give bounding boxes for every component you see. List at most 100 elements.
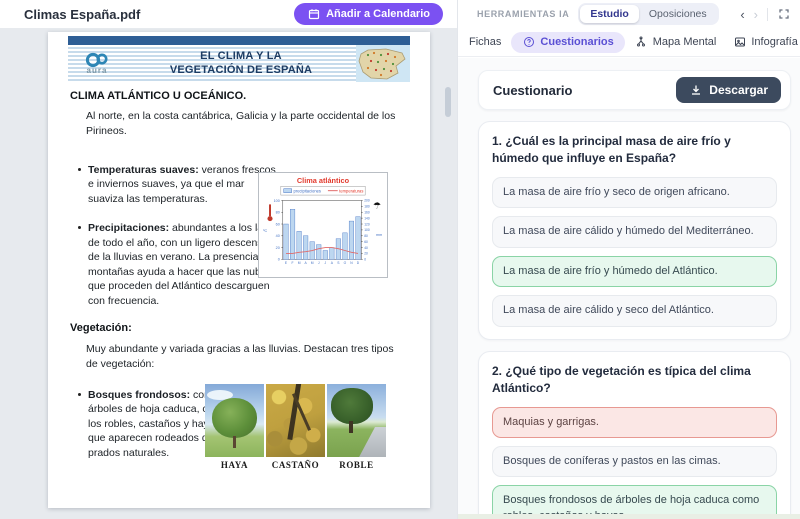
- spain-map-image: [356, 45, 410, 82]
- bullet-dot: [78, 393, 81, 396]
- svg-text:☂: ☂: [373, 200, 381, 210]
- banner-top-bar: [68, 36, 410, 45]
- tools-tabs: Fichas Cuestionarios Mapa Mental Infografía…: [458, 28, 800, 57]
- mode-estudio[interactable]: Estudio: [580, 5, 639, 23]
- pdf-banner-title: EL CLIMA Y LA VEGETACIÓN DE ESPAÑA: [126, 50, 356, 78]
- tree-label: CASTAÑO: [271, 460, 320, 470]
- bullet-text: Temperaturas suaves: veranos frescos e i…: [88, 163, 280, 206]
- tab-cuestionarios[interactable]: Cuestionarios: [511, 31, 625, 53]
- svg-text:100: 100: [274, 199, 280, 203]
- tab-mapa-mental[interactable]: Mapa Mental: [628, 32, 724, 53]
- image-icon: [733, 36, 746, 49]
- pdf-scrollbar[interactable]: [445, 87, 451, 117]
- ai-tools-label: HERRAMIENTAS IA: [477, 9, 570, 19]
- answer-option-correct[interactable]: Bosques frondosos de árboles de hoja cad…: [492, 485, 777, 514]
- svg-text:0: 0: [364, 258, 366, 262]
- svg-text:A: A: [331, 261, 334, 265]
- vegetation-heading: Vegetación:: [70, 322, 132, 334]
- svg-text:J: J: [318, 261, 320, 265]
- expand-icon[interactable]: [777, 8, 790, 21]
- svg-text:M: M: [298, 261, 301, 265]
- mode-oposiciones[interactable]: Oposiciones: [639, 5, 717, 23]
- svg-text:20: 20: [276, 246, 280, 250]
- ai-tools-pane: HERRAMIENTAS IA Estudio Oposiciones ‹ › F…: [457, 0, 800, 519]
- tab-label: Cuestionarios: [540, 36, 614, 48]
- tab-label: Mapa Mental: [652, 36, 717, 48]
- answer-option-correct[interactable]: La masa de aire frío y húmedo del Atlánt…: [492, 255, 777, 288]
- svg-text:M: M: [311, 261, 314, 265]
- answer-option-incorrect[interactable]: Maquias y garrigas.: [492, 406, 777, 439]
- quiz-content: Cuestionario Descargar 1. ¿Cuál es la pr…: [458, 58, 800, 514]
- svg-text:60: 60: [276, 222, 280, 226]
- pdf-section-heading: CLIMA ATLÁNTICO U OCEÁNICO.: [70, 90, 247, 102]
- svg-text:180: 180: [364, 205, 370, 209]
- tree-figure-roble: ROBLE: [327, 384, 386, 470]
- svg-text:100: 100: [364, 228, 370, 232]
- mindmap-icon: [635, 36, 648, 49]
- svg-text:ºC: ºC: [263, 229, 267, 233]
- quiz-header-card: Cuestionario Descargar: [478, 70, 791, 110]
- question-text: 2. ¿Qué tipo de vegetación es típica del…: [492, 363, 751, 395]
- download-label: Descargar: [709, 83, 768, 97]
- add-to-calendar-label: Añadir a Calendario: [326, 8, 430, 20]
- answer-option[interactable]: La masa de aire cálido y húmedo del Medi…: [492, 216, 777, 248]
- chevron-left-icon[interactable]: ‹: [740, 8, 744, 21]
- svg-text:Clima atlántico: Clima atlántico: [297, 176, 350, 185]
- pdf-bullet-item: Precipitaciones: abundantes a los largo …: [78, 221, 280, 308]
- download-icon: [689, 84, 702, 97]
- panel-nav: ‹ ›: [740, 7, 790, 21]
- svg-text:60: 60: [364, 240, 368, 244]
- castano-photo: [266, 384, 325, 457]
- pdf-bullet-item: Temperaturas suaves: veranos frescos e i…: [78, 163, 280, 206]
- pdf-viewer[interactable]: aura EL CLIMA Y LA VEGETACIÓN DE ESPAÑA: [0, 28, 457, 519]
- svg-text:A: A: [305, 261, 308, 265]
- vegetation-intro: Muy abundante y variada gracias a las ll…: [86, 343, 394, 370]
- climate-chart-svg: Clima atlántico precipitaciones temperatur…: [263, 176, 382, 265]
- tree-photos-row: HAYA CASTAÑO ROBLE: [205, 384, 386, 470]
- pdf-intro-paragraph: Al norte, en la costa cantábrica, Galici…: [86, 110, 396, 137]
- pdf-page: aura EL CLIMA Y LA VEGETACIÓN DE ESPAÑA: [48, 32, 430, 508]
- bullet-bold: Bosques frondosos:: [88, 389, 191, 401]
- svg-text:120: 120: [364, 222, 370, 226]
- tree-label: HAYA: [220, 460, 249, 470]
- mode-toggle: Estudio Oposiciones: [578, 3, 719, 25]
- bullet-bold: Temperaturas suaves:: [88, 164, 199, 176]
- quiz-title: Cuestionario: [493, 82, 573, 98]
- bullet-text: Precipitaciones: abundantes a los largo …: [88, 221, 280, 308]
- roble-photo: [327, 384, 386, 457]
- chevron-right-icon[interactable]: ›: [754, 8, 758, 21]
- svg-text:precipitaciones: precipitaciones: [294, 189, 321, 194]
- nav-divider: [767, 7, 768, 21]
- document-title: Climas España.pdf: [24, 6, 141, 22]
- bullet-bold: Precipitaciones:: [88, 222, 170, 235]
- question-text: 1. ¿Cuál es la principal masa de aire fr…: [492, 134, 731, 166]
- bullet-dot: [78, 168, 81, 171]
- svg-text:J: J: [324, 261, 326, 265]
- document-topbar: Climas España.pdf Añadir a Calendario: [0, 0, 457, 28]
- document-pane: Climas España.pdf Añadir a Calendario au…: [0, 0, 457, 519]
- bullet-dot: [78, 226, 81, 230]
- add-to-calendar-button[interactable]: Añadir a Calendario: [294, 3, 443, 25]
- tab-infografia[interactable]: Infografía: [726, 32, 800, 53]
- answer-option[interactable]: La masa de aire frío y seco de origen af…: [492, 177, 777, 209]
- svg-text:N: N: [350, 261, 353, 265]
- tab-label: Infografía: [751, 36, 798, 48]
- aura-logo: aura: [68, 45, 126, 82]
- calendar-icon: [307, 8, 320, 21]
- tab-fichas[interactable]: Fichas: [462, 32, 508, 52]
- download-button[interactable]: Descargar: [676, 77, 781, 103]
- tab-label: Fichas: [469, 36, 502, 48]
- aura-logo-text: aura: [86, 66, 108, 75]
- svg-text:160: 160: [364, 211, 370, 215]
- svg-text:O: O: [344, 261, 347, 265]
- svg-text:40: 40: [276, 234, 280, 238]
- haya-photo: [205, 384, 264, 457]
- answer-option[interactable]: Bosques de coníferas y pastos en las cim…: [492, 446, 777, 478]
- bottom-strip: [458, 514, 800, 519]
- svg-text:S: S: [337, 261, 340, 265]
- svg-text:F: F: [292, 261, 294, 265]
- pdf-bullet-list: Temperaturas suaves: veranos frescos e i…: [78, 163, 280, 323]
- svg-text:D: D: [357, 261, 360, 265]
- bullet-rest: abundantes a los largo de todo el año, c…: [88, 222, 279, 307]
- answer-option[interactable]: La masa de aire cálido y seco del Atlánt…: [492, 295, 777, 327]
